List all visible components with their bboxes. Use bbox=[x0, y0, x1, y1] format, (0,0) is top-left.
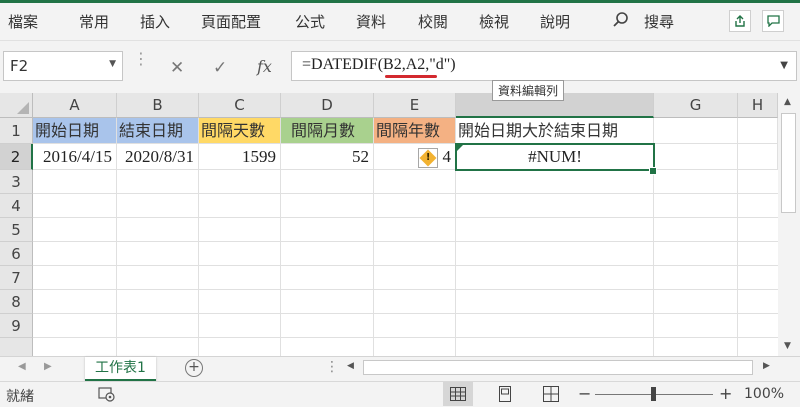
grid-lines bbox=[33, 170, 778, 356]
accessibility-icon[interactable] bbox=[98, 386, 116, 406]
vertical-scrollbar[interactable]: ▲ ▼ bbox=[778, 93, 800, 356]
cell-c2[interactable]: 1599 bbox=[199, 144, 281, 170]
page-break-preview-icon[interactable] bbox=[543, 386, 559, 406]
cell-b2[interactable]: 2020/8/31 bbox=[117, 144, 199, 170]
row-header-2[interactable]: 2 bbox=[0, 144, 33, 170]
row-header-4[interactable]: 4 bbox=[0, 194, 33, 218]
cell-c1[interactable]: 間隔天數 bbox=[199, 118, 281, 144]
scroll-right-icon[interactable]: ▶ bbox=[763, 361, 770, 371]
normal-view-icon[interactable] bbox=[443, 382, 473, 406]
column-header-g[interactable]: G bbox=[654, 93, 738, 118]
status-bar: 就緒 − + 100% bbox=[0, 381, 800, 407]
column-header-c[interactable]: C bbox=[199, 93, 281, 118]
ready-status: 就緒 bbox=[6, 389, 34, 405]
formula-bar-row: F2 ▼ ⋮ ✕ ✓ fx =DATEDIF(B2,A2,"d") ▼ bbox=[0, 48, 800, 86]
chevron-down-icon[interactable]: ▼ bbox=[109, 59, 116, 69]
scroll-thumb[interactable] bbox=[781, 113, 796, 213]
cell-h1[interactable] bbox=[738, 118, 778, 144]
row-header-7[interactable]: 7 bbox=[0, 266, 33, 290]
tab-insert[interactable]: 插入 bbox=[140, 11, 170, 32]
horizontal-scrollbar[interactable]: ◀ ▶ bbox=[345, 360, 777, 375]
add-sheet-icon[interactable]: + bbox=[185, 359, 203, 377]
cancel-icon[interactable]: ✕ bbox=[170, 58, 184, 78]
formula-bar-tooltip: 資料編輯列 bbox=[492, 80, 565, 101]
column-header-b[interactable]: B bbox=[117, 93, 199, 118]
cell-a2[interactable]: 2016/4/15 bbox=[33, 144, 117, 170]
error-indicator-triangle bbox=[457, 145, 463, 151]
expand-formula-icon[interactable]: ▼ bbox=[780, 60, 788, 71]
tab-file[interactable]: 檔案 bbox=[8, 11, 38, 32]
row-header-9[interactable]: 9 bbox=[0, 314, 33, 338]
tab-data[interactable]: 資料 bbox=[356, 11, 386, 32]
fill-handle[interactable] bbox=[649, 167, 657, 175]
search-label[interactable]: 搜尋 bbox=[644, 11, 674, 32]
row-header-8[interactable]: 8 bbox=[0, 290, 33, 314]
tab-formulas[interactable]: 公式 bbox=[295, 11, 325, 32]
tab-review[interactable]: 校閱 bbox=[418, 11, 448, 32]
enter-check-icon[interactable]: ✓ bbox=[213, 58, 227, 78]
cell-f2-active[interactable]: #NUM! bbox=[455, 143, 655, 171]
column-header-d[interactable]: D bbox=[281, 93, 374, 118]
tab-home[interactable]: 常用 bbox=[79, 11, 109, 32]
column-header-a[interactable]: A bbox=[33, 93, 117, 118]
error-warning-icon[interactable]: ! bbox=[418, 148, 438, 168]
row-header-3[interactable]: 3 bbox=[0, 170, 33, 194]
name-box-value: F2 bbox=[10, 57, 29, 75]
next-sheet-icon[interactable]: ▶ bbox=[44, 361, 52, 372]
row-header-10[interactable] bbox=[0, 338, 33, 356]
share-icon[interactable] bbox=[729, 10, 751, 32]
select-all-button[interactable] bbox=[0, 93, 33, 118]
row-header-6[interactable]: 6 bbox=[0, 242, 33, 266]
page-layout-view-icon[interactable] bbox=[497, 386, 513, 406]
sheet-tab-active[interactable]: 工作表1 bbox=[85, 357, 156, 382]
ribbon-tabs: 檔案 常用 插入 頁面配置 公式 資料 校閱 檢視 說明 搜尋 bbox=[0, 3, 800, 41]
zoom-out-icon[interactable]: − bbox=[578, 384, 591, 403]
zoom-level[interactable]: 100% bbox=[744, 386, 784, 402]
cell-f1[interactable]: 開始日期大於結束日期 bbox=[456, 118, 654, 144]
tab-view[interactable]: 檢視 bbox=[479, 11, 509, 32]
horizontal-scroll-thumb[interactable] bbox=[363, 360, 753, 375]
column-header-e[interactable]: E bbox=[374, 93, 456, 118]
zoom-slider-thumb[interactable] bbox=[651, 387, 656, 401]
formula-input[interactable]: =DATEDIF(B2,A2,"d") ▼ bbox=[291, 51, 797, 81]
cell-g2[interactable] bbox=[654, 144, 738, 170]
formula-text: =DATEDIF(B2,A2,"d") bbox=[302, 56, 456, 73]
cell-e2[interactable]: 4 bbox=[374, 144, 456, 170]
error-underline bbox=[385, 75, 437, 78]
scroll-left-icon[interactable]: ◀ bbox=[347, 361, 354, 371]
prev-sheet-icon[interactable]: ◀ bbox=[18, 361, 26, 372]
comment-icon[interactable] bbox=[762, 10, 784, 32]
cell-h2[interactable] bbox=[738, 144, 778, 170]
tab-split-handle-icon[interactable]: ⋮ bbox=[325, 359, 339, 375]
worksheet-grid: A B C D E G H 1 2 3 4 5 6 7 8 9 開始日期 結束日… bbox=[0, 93, 778, 356]
search-icon[interactable] bbox=[612, 11, 630, 33]
row-header-1[interactable]: 1 bbox=[0, 118, 33, 144]
cell-d1[interactable]: 間隔月數 bbox=[281, 118, 374, 144]
cell-d2[interactable]: 52 bbox=[281, 144, 374, 170]
cell-b1[interactable]: 結束日期 bbox=[117, 118, 199, 144]
row-header-5[interactable]: 5 bbox=[0, 218, 33, 242]
cell-e1[interactable]: 間隔年數 bbox=[374, 118, 456, 144]
cell-g1[interactable] bbox=[654, 118, 738, 144]
zoom-slider[interactable] bbox=[595, 387, 713, 401]
tab-page-layout[interactable]: 頁面配置 bbox=[201, 11, 261, 32]
drag-handle-icon[interactable]: ⋮ bbox=[133, 51, 149, 67]
zoom-in-icon[interactable]: + bbox=[719, 384, 732, 403]
sheet-tab-bar: ◀ ▶ 工作表1 + ⋮ ◀ ▶ bbox=[0, 356, 800, 382]
scroll-up-icon[interactable]: ▲ bbox=[784, 97, 791, 107]
cell-a1[interactable]: 開始日期 bbox=[33, 118, 117, 144]
name-box[interactable]: F2 ▼ bbox=[3, 51, 123, 81]
scroll-down-icon[interactable]: ▼ bbox=[784, 341, 791, 351]
column-header-h[interactable]: H bbox=[738, 93, 778, 118]
tab-help[interactable]: 說明 bbox=[540, 11, 570, 32]
insert-function-icon[interactable]: fx bbox=[257, 57, 272, 76]
